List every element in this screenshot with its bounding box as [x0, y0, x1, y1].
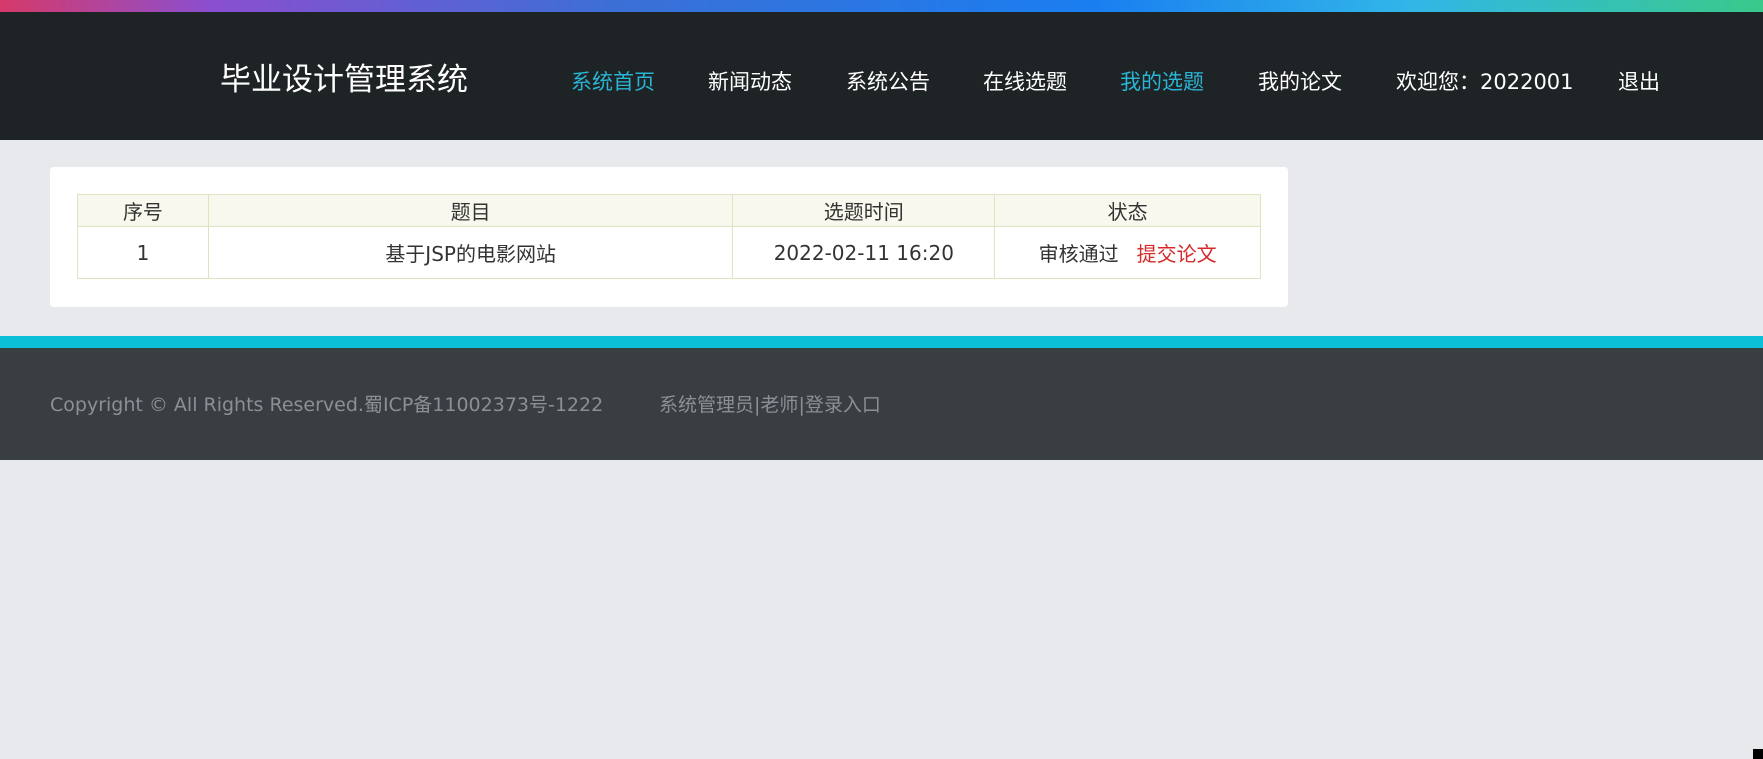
cell-status: 审核通过 提交论文: [994, 226, 1261, 279]
top-gradient-line: [0, 0, 1763, 12]
status-badge: 审核通过: [1038, 242, 1119, 266]
nav-my-topics[interactable]: 我的选题: [1120, 67, 1204, 97]
footer-login-links: 系统管理员|老师|登录入口: [659, 390, 881, 417]
column-header-status: 状态: [994, 194, 1261, 227]
nav-news[interactable]: 新闻动态: [708, 67, 792, 97]
topic-selection-table: 序号 题目 选题时间 状态 1 基于JSP的电影网站 2022-02-11 16…: [77, 194, 1261, 279]
nav-my-thesis[interactable]: 我的论文: [1258, 67, 1342, 97]
column-header-title: 题目: [207, 194, 734, 227]
footer-accent-bar: [0, 336, 1763, 348]
cell-time: 2022-02-11 16:20: [732, 226, 996, 279]
submit-thesis-link[interactable]: 提交论文: [1137, 242, 1217, 266]
topic-selection-card: 序号 题目 选题时间 状态 1 基于JSP的电影网站 2022-02-11 16…: [50, 167, 1288, 307]
table-header-row: 序号 题目 选题时间 状态: [77, 194, 1261, 227]
column-header-index: 序号: [77, 194, 209, 227]
page-footer: Copyright © All Rights Reserved.蜀ICP备110…: [0, 348, 1763, 460]
nav-home[interactable]: 系统首页: [571, 67, 655, 97]
cell-index: 1: [77, 226, 209, 279]
login-entry-link[interactable]: 登录入口: [805, 394, 881, 416]
admin-login-link[interactable]: 系统管理员: [659, 394, 754, 416]
teacher-login-link[interactable]: 老师: [760, 394, 798, 416]
nav-logout[interactable]: 退出: [1618, 67, 1660, 97]
cell-title: 基于JSP的电影网站: [207, 226, 734, 279]
top-navbar: 毕业设计管理系统 系统首页 新闻动态 系统公告 在线选题 我的选题 我的论文 欢…: [0, 12, 1763, 140]
nav-announcements[interactable]: 系统公告: [846, 67, 930, 97]
nav-welcome-user: 欢迎您：2022001: [1396, 70, 1574, 94]
corner-marker: [1753, 749, 1763, 759]
copyright-text: Copyright © All Rights Reserved.蜀ICP备110…: [50, 394, 604, 416]
table-row: 1 基于JSP的电影网站 2022-02-11 16:20 审核通过 提交论文: [77, 226, 1261, 279]
column-header-time: 选题时间: [732, 194, 996, 227]
site-brand[interactable]: 毕业设计管理系统: [220, 60, 468, 100]
nav-online-topics[interactable]: 在线选题: [983, 67, 1067, 97]
